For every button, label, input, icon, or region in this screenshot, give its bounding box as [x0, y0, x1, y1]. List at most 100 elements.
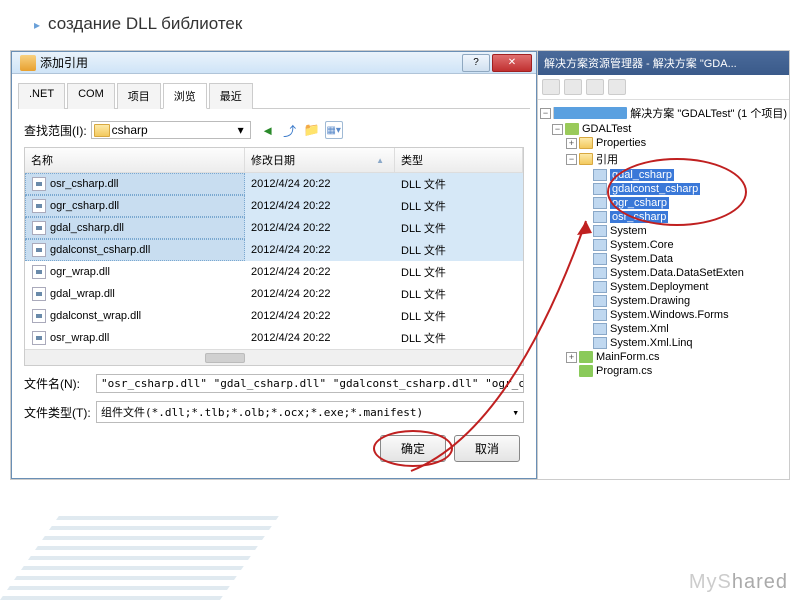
toggle-icon[interactable]: −	[566, 154, 577, 165]
file-row[interactable]: osr_csharp.dll2012/4/24 20:22DLL 文件	[25, 173, 523, 195]
dialog-buttons: 确定 取消	[18, 427, 530, 470]
tree-node[interactable]: −GDALTest	[540, 122, 787, 136]
col-name[interactable]: 名称	[25, 148, 245, 172]
filename-input[interactable]: "osr_csharp.dll" "gdal_csharp.dll" "gdal…	[96, 374, 524, 393]
show-all-icon[interactable]	[564, 79, 582, 95]
up-icon[interactable]: ⤴	[281, 121, 299, 139]
dialog-body: .NETCOM项目浏览最近 查找范围(I): csharp ▾ ◄ ⤴ 📁 ▦▾…	[12, 74, 536, 478]
cs-icon	[579, 351, 593, 363]
filetype-select[interactable]: 组件文件(*.dll;*.tlb;*.olb;*.ocx;*.exe;*.man…	[96, 401, 524, 423]
close-button[interactable]: ✕	[492, 54, 532, 72]
file-icon	[32, 309, 46, 323]
file-row[interactable]: gdal_csharp.dll2012/4/24 20:22DLL 文件	[25, 217, 523, 239]
file-row[interactable]: osr_wrap.dll2012/4/24 20:22DLL 文件	[25, 327, 523, 349]
ref-icon	[593, 309, 607, 321]
chevron-down-icon: ▾	[234, 123, 248, 137]
solution-tree: −解决方案 "GDALTest" (1 个项目)−GDALTest+Proper…	[538, 100, 789, 479]
folder-icon	[94, 124, 110, 137]
ref-icon	[593, 323, 607, 335]
solution-explorer-title: 解决方案资源管理器 - 解决方案 "GDA...	[538, 51, 789, 75]
solution-explorer: 解决方案资源管理器 - 解决方案 "GDA... −解决方案 "GDALTest…	[537, 51, 789, 479]
ref-icon	[593, 337, 607, 349]
tree-node[interactable]: System.Xml.Linq	[540, 336, 787, 350]
tree-node[interactable]: −解决方案 "GDALTest" (1 个项目)	[540, 104, 787, 122]
col-type[interactable]: 类型	[395, 148, 523, 172]
sort-asc-icon: ▲	[376, 156, 384, 165]
tab-最近[interactable]: 最近	[209, 83, 253, 109]
tree-node[interactable]: System.Drawing	[540, 294, 787, 308]
file-toolbar: ◄ ⤴ 📁 ▦▾	[259, 121, 343, 139]
file-icon	[32, 331, 46, 345]
ref-icon	[593, 211, 607, 223]
tab-.NET[interactable]: .NET	[18, 83, 65, 109]
back-icon[interactable]: ◄	[259, 121, 277, 139]
h-scrollbar[interactable]	[25, 349, 523, 365]
tree-node[interactable]: System.Data	[540, 252, 787, 266]
tree-node[interactable]: osr_csharp	[540, 210, 787, 224]
refresh-icon[interactable]	[586, 79, 604, 95]
folder-name: csharp	[112, 123, 148, 137]
file-icon	[32, 243, 46, 257]
tree-node[interactable]: gdalconst_csharp	[540, 182, 787, 196]
file-icon	[32, 177, 46, 191]
prj-icon	[565, 123, 579, 135]
tree-node[interactable]: System	[540, 224, 787, 238]
help-button[interactable]: ?	[462, 54, 490, 72]
toggle-icon[interactable]: −	[540, 108, 551, 119]
toggle-icon[interactable]: +	[566, 138, 577, 149]
folder-combo[interactable]: csharp ▾	[91, 121, 251, 139]
screenshot-container: 添加引用 ? ✕ .NETCOM项目浏览最近 查找范围(I): csharp ▾…	[10, 50, 790, 480]
tree-node[interactable]: −引用	[540, 150, 787, 168]
file-icon	[32, 221, 46, 235]
tree-node[interactable]: +Properties	[540, 136, 787, 150]
col-date[interactable]: 修改日期▲	[245, 148, 395, 172]
file-row[interactable]: ogr_csharp.dll2012/4/24 20:22DLL 文件	[25, 195, 523, 217]
new-folder-icon[interactable]: 📁	[303, 121, 321, 139]
ref-icon	[593, 295, 607, 307]
tab-浏览[interactable]: 浏览	[163, 83, 207, 109]
file-row[interactable]: gdalconst_wrap.dll2012/4/24 20:22DLL 文件	[25, 305, 523, 327]
file-row[interactable]: ogr_wrap.dll2012/4/24 20:22DLL 文件	[25, 261, 523, 283]
filename-label: 文件名(N):	[24, 375, 96, 392]
toggle-icon[interactable]: −	[552, 124, 563, 135]
watermark: MyShared	[689, 571, 788, 594]
tab-项目[interactable]: 项目	[117, 83, 161, 109]
scroll-thumb[interactable]	[205, 353, 245, 363]
ref-icon	[593, 253, 607, 265]
dialog-titlebar[interactable]: 添加引用 ? ✕	[12, 52, 536, 74]
tree-node[interactable]: System.Windows.Forms	[540, 308, 787, 322]
filetype-label: 文件类型(T):	[24, 404, 96, 421]
tree-node[interactable]: System.Xml	[540, 322, 787, 336]
ref-icon	[593, 169, 607, 181]
tree-node[interactable]: System.Core	[540, 238, 787, 252]
filetype-row: 文件类型(T): 组件文件(*.dll;*.tlb;*.olb;*.ocx;*.…	[18, 397, 530, 427]
lookin-label: 查找范围(I):	[24, 122, 87, 139]
view-code-icon[interactable]	[608, 79, 626, 95]
cancel-button[interactable]: 取消	[454, 435, 520, 462]
ok-button[interactable]: 确定	[380, 435, 446, 462]
app-icon	[20, 55, 36, 71]
tab-COM[interactable]: COM	[67, 83, 115, 109]
ref-icon	[593, 267, 607, 279]
toggle-icon[interactable]: +	[566, 352, 577, 363]
file-row[interactable]: gdalconst_csharp.dll2012/4/24 20:22DLL 文…	[25, 239, 523, 261]
file-icon	[32, 265, 46, 279]
file-row[interactable]: gdal_wrap.dll2012/4/24 20:22DLL 文件	[25, 283, 523, 305]
tree-node[interactable]: gdal_csharp	[540, 168, 787, 182]
file-list-header: 名称 修改日期▲ 类型	[25, 148, 523, 173]
ref-icon	[593, 197, 607, 209]
dialog-title: 添加引用	[40, 54, 460, 71]
cs-icon	[579, 365, 593, 377]
tree-node[interactable]: System.Deployment	[540, 280, 787, 294]
decorative-stripes	[0, 510, 283, 600]
filename-row: 文件名(N): "osr_csharp.dll" "gdal_csharp.dl…	[18, 370, 530, 397]
views-icon[interactable]: ▦▾	[325, 121, 343, 139]
properties-icon[interactable]	[542, 79, 560, 95]
fld-icon	[579, 153, 593, 165]
tree-node[interactable]: ogr_csharp	[540, 196, 787, 210]
tree-node[interactable]: +MainForm.cs	[540, 350, 787, 364]
tree-node[interactable]: Program.cs	[540, 364, 787, 378]
solution-toolbar	[538, 75, 789, 100]
add-reference-dialog: 添加引用 ? ✕ .NETCOM项目浏览最近 查找范围(I): csharp ▾…	[11, 51, 537, 479]
tree-node[interactable]: System.Data.DataSetExten	[540, 266, 787, 280]
